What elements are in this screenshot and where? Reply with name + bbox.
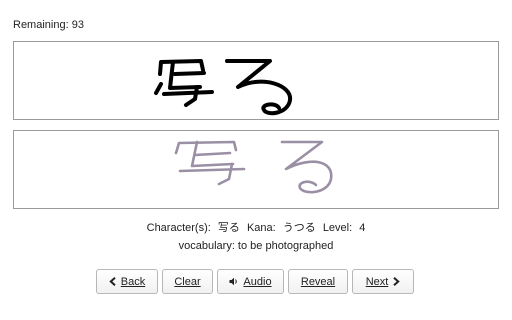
chevron-left-icon — [109, 277, 117, 286]
character-info: Character(s): 写る Kana: うつる Level: 4 — [0, 219, 512, 235]
reveal-button-label: Reveal — [300, 275, 336, 288]
reference-panel — [13, 130, 499, 209]
next-button-label: Next — [365, 275, 389, 288]
clear-button-label: Clear — [174, 275, 201, 288]
speaker-icon — [229, 277, 239, 286]
characters-value: 写る — [217, 222, 240, 234]
user-strokes — [154, 59, 292, 116]
action-toolbar: Back Clear Audio Reveal Next — [96, 269, 414, 294]
level-label: Level: — [322, 222, 353, 234]
reveal-button[interactable]: Reveal — [288, 269, 348, 294]
next-button[interactable]: Next — [352, 269, 414, 294]
audio-button-label: Audio — [243, 275, 272, 288]
level-value: 4 — [359, 222, 366, 234]
back-button[interactable]: Back — [96, 269, 158, 294]
back-button-label: Back — [120, 275, 146, 288]
kana-value: うつる — [282, 222, 316, 234]
characters-label: Character(s): — [146, 222, 211, 234]
vocabulary-meaning: vocabulary: to be photographed — [178, 240, 334, 252]
quiz-page: Remaining: 93 Character(s): 写る Kana: うつる… — [0, 0, 512, 320]
remaining-counter: Remaining: 93 — [13, 19, 84, 31]
kana-label: Kana: — [246, 222, 276, 234]
reference-strokes — [174, 140, 333, 194]
chevron-right-icon — [392, 277, 401, 286]
clear-button[interactable]: Clear — [162, 269, 213, 294]
audio-button[interactable]: Audio — [217, 269, 284, 294]
drawing-canvas[interactable] — [13, 41, 499, 120]
